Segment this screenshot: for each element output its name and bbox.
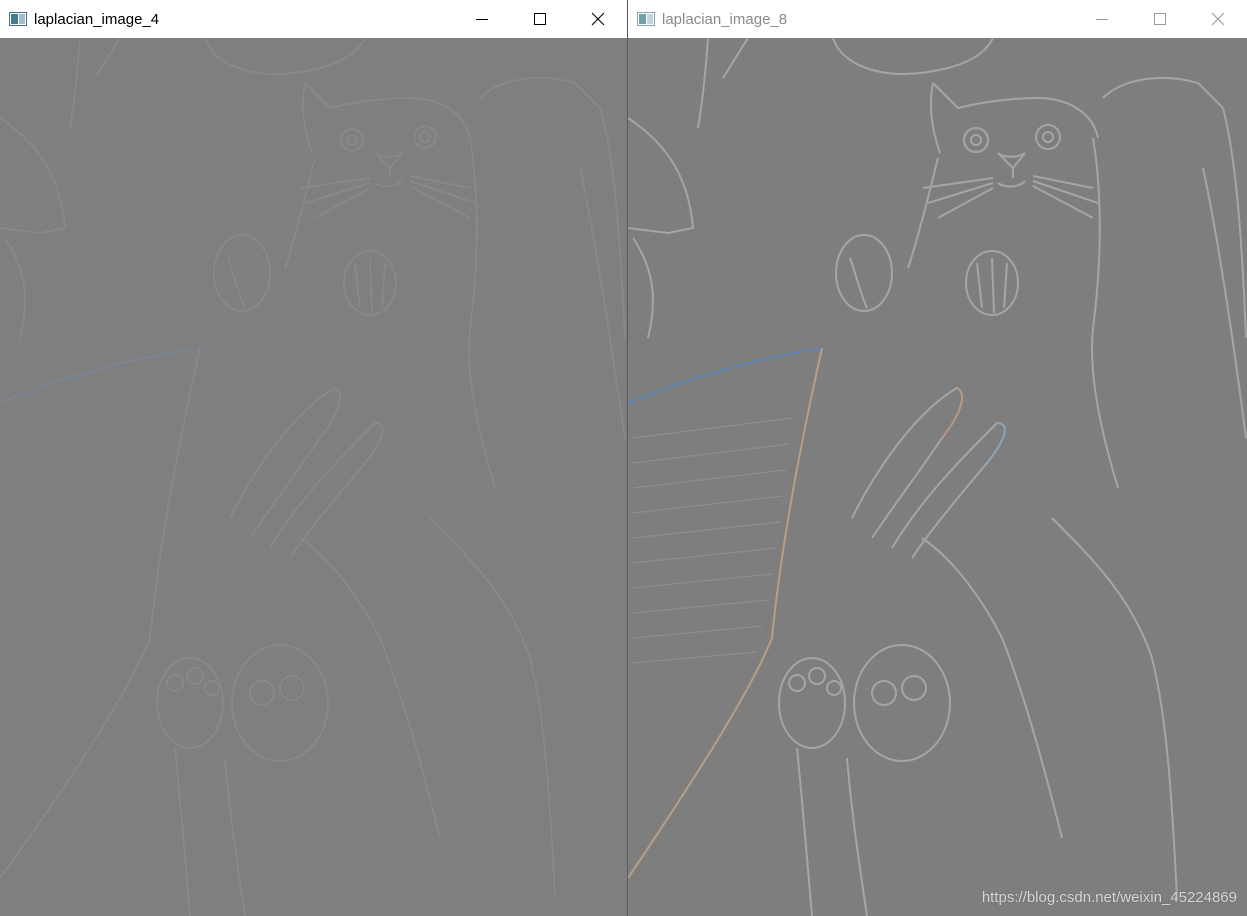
image-viewport [628, 38, 1247, 916]
close-button[interactable] [569, 0, 627, 38]
laplacian-image [628, 38, 1247, 916]
maximize-icon [1154, 13, 1166, 25]
close-icon [591, 12, 605, 26]
close-button[interactable] [1189, 0, 1247, 38]
titlebar[interactable]: laplacian_image_8 [628, 0, 1247, 38]
desktop: laplacian_image_4 laplacian_image_8 http… [0, 0, 1247, 916]
titlebar[interactable]: laplacian_image_4 [0, 0, 627, 38]
window-title: laplacian_image_8 [662, 10, 788, 28]
minimize-button[interactable] [453, 0, 511, 38]
window-laplacian-image-4[interactable]: laplacian_image_4 [0, 0, 627, 916]
minimize-icon [476, 19, 488, 20]
window-laplacian-image-8[interactable]: laplacian_image_8 https://blog.csdn.net/… [628, 0, 1247, 916]
image-viewport [0, 38, 627, 916]
close-icon [1211, 12, 1225, 26]
maximize-icon [534, 13, 546, 25]
maximize-button[interactable] [1131, 0, 1189, 38]
minimize-icon [1096, 19, 1108, 20]
window-title: laplacian_image_4 [34, 10, 160, 28]
laplacian-image [0, 38, 627, 916]
maximize-button[interactable] [511, 0, 569, 38]
watermark-text: https://blog.csdn.net/weixin_45224869 [981, 889, 1237, 906]
minimize-button[interactable] [1073, 0, 1131, 38]
app-icon [637, 12, 655, 26]
app-icon [9, 12, 27, 26]
